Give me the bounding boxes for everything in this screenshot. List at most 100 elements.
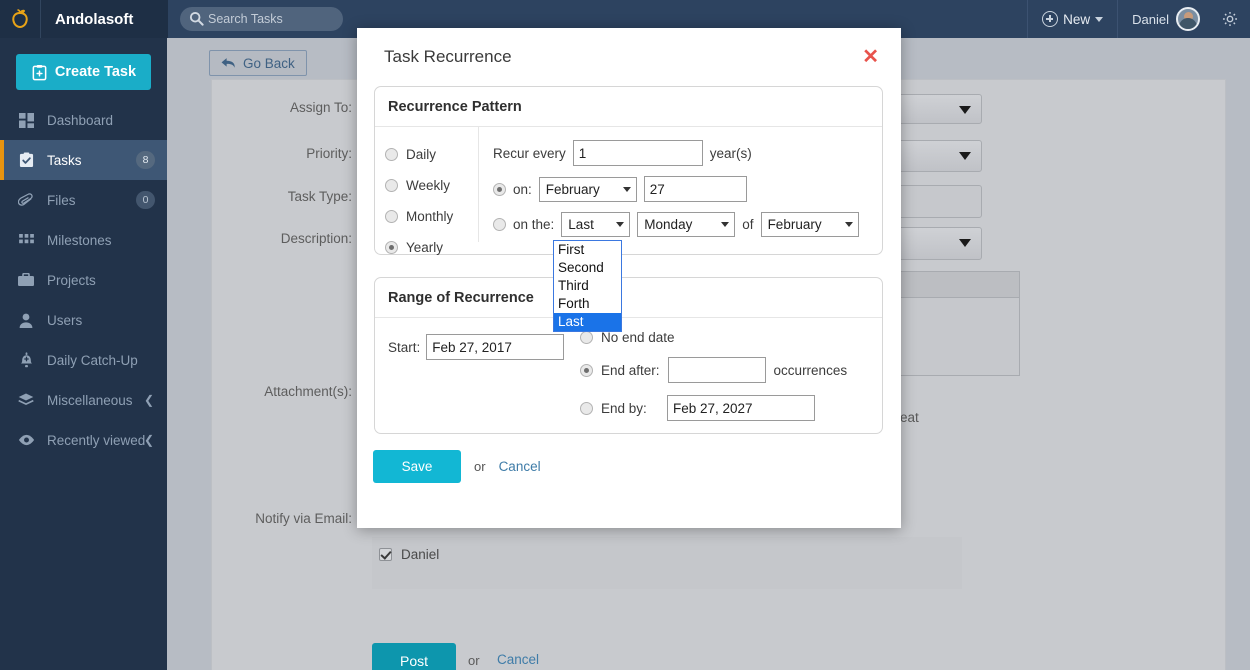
label-notify-email: Notify via Email: [255,511,352,526]
new-button[interactable]: New [1027,0,1119,38]
squares-icon [16,234,36,246]
modal-title: Task Recurrence [384,47,512,66]
sidebar-item-recently-viewed[interactable]: Recently viewed ❮ [0,420,167,460]
radio-on-date[interactable] [493,182,506,196]
bell-plus-icon [16,352,36,368]
search-container [180,7,343,31]
radio-option-weekly[interactable]: Weekly [385,170,478,201]
on-month-select[interactable]: February [538,176,637,202]
search-input[interactable] [180,7,343,31]
notify-daniel-checkbox[interactable] [379,548,392,561]
sidebar-item-files[interactable]: Files 0 [0,180,167,220]
end-after-input[interactable] [667,357,766,383]
modal-actions: Save or Cancel [357,434,901,483]
sidebar-item-tasks[interactable]: Tasks 8 [0,140,167,180]
sidebar-item-milestones[interactable]: Milestones [0,220,167,260]
end-after-label: End after: [601,362,660,378]
notify-daniel-row[interactable]: Daniel [379,547,439,562]
label-task-type: Task Type: [287,189,352,204]
radio-option-daily[interactable]: Daily [385,139,478,170]
ordinal-option-forth[interactable]: Forth [554,295,621,313]
of-label: of [742,217,754,232]
radio-no-end-date[interactable] [580,331,593,344]
gear-icon [1222,11,1238,27]
ordinal-option-second[interactable]: Second [554,259,621,277]
brand-name[interactable]: Andolasoft [40,0,168,38]
eye-icon [16,434,36,446]
radio-yearly[interactable] [385,241,398,254]
sidebar-item-label: Files [47,192,76,208]
label-attachments: Attachment(s): [264,384,352,399]
plus-circle-icon [1042,11,1059,27]
radio-on-the[interactable] [493,218,506,231]
onthe-month-select[interactable]: February [760,212,859,237]
create-task-button[interactable]: Create Task [16,54,151,90]
create-task-label: Create Task [54,64,137,80]
app-logo[interactable] [0,0,40,38]
modal-cancel-link[interactable]: Cancel [499,459,541,474]
recur-every-row: Recur every year(s) [493,140,882,166]
on-month-value: February [545,181,600,197]
radio-weekly[interactable] [385,179,398,192]
sidebar-item-daily-catch-up[interactable]: Daily Catch-Up [0,340,167,380]
radio-daily[interactable] [385,148,398,161]
close-icon[interactable]: ✕ [862,47,879,67]
ordinal-dropdown-list[interactable]: First Second Third Forth Last [553,240,622,332]
label-assign-to: Assign To: [289,100,352,115]
weekday-value: Monday [644,217,693,232]
modal-or-text: or [474,459,486,474]
end-by-date-input[interactable] [667,395,815,421]
no-end-date-row[interactable]: No end date [580,330,847,345]
go-back-button[interactable]: Go Back [209,50,307,76]
sidebar-item-label: Users [47,312,83,328]
notify-daniel-label: Daniel [401,547,440,562]
clipboard-check-icon [16,152,36,168]
clipboard-plus-icon [32,64,47,80]
radio-monthly[interactable] [385,210,398,223]
no-end-date-label: No end date [601,330,675,345]
sidebar-item-label: Dashboard [47,112,114,128]
chevron-down-icon [622,186,631,192]
sidebar-item-dashboard[interactable]: Dashboard [0,100,167,140]
radio-label: Weekly [406,178,451,193]
sidebar-badge-tasks: 8 [136,151,155,169]
post-button[interactable]: Post [372,643,456,670]
post-cancel-link[interactable]: Cancel [497,652,539,667]
frequency-radio-group: Daily Weekly Monthly Yearly [375,127,479,255]
user-menu[interactable]: Daniel [1118,7,1210,31]
sidebar-item-miscellaneous[interactable]: Miscellaneous ❮ [0,380,167,420]
ordinal-value: Last [568,217,594,232]
radio-option-monthly[interactable]: Monthly [385,201,478,232]
back-arrow-icon [221,58,235,68]
ordinal-select[interactable]: Last [561,212,631,237]
on-day-input[interactable] [643,176,747,202]
end-by-label: End by: [601,400,647,416]
sidebar-item-projects[interactable]: Projects [0,260,167,300]
sidebar-item-label: Projects [47,272,96,288]
end-by-row: End by: [580,395,847,421]
chevron-left-icon: ❮ [143,393,154,407]
radio-option-yearly[interactable]: Yearly [385,232,478,263]
ordinal-option-first[interactable]: First [554,241,621,259]
start-date-input[interactable] [426,334,565,360]
ordinal-option-last[interactable]: Last [554,313,621,331]
range-body: Start: No end date End after: occurrence… [375,318,882,433]
recur-every-label: Recur every [493,145,566,161]
ordinal-option-third[interactable]: Third [554,277,621,295]
recur-every-input[interactable] [572,140,703,166]
recur-every-unit: year(s) [709,145,752,161]
weekday-select[interactable]: Monday [637,212,736,237]
save-button[interactable]: Save [373,450,461,483]
chevron-down-icon [721,222,730,227]
occurrences-label: occurrences [773,362,848,378]
sidebar-item-label: Milestones [47,232,112,248]
settings-button[interactable] [1210,10,1250,28]
sidebar: Create Task Dashboard Tasks 8 Files 0 Mi… [0,38,167,670]
radio-end-after[interactable] [580,363,593,377]
radio-end-by[interactable] [580,401,593,415]
end-options-group: No end date End after: occurrences End b… [580,318,847,433]
sidebar-item-users[interactable]: Users [0,300,167,340]
sidebar-item-label: Miscellaneous [47,392,133,408]
go-back-label: Go Back [243,55,295,71]
start-date-row: Start: [388,334,565,360]
